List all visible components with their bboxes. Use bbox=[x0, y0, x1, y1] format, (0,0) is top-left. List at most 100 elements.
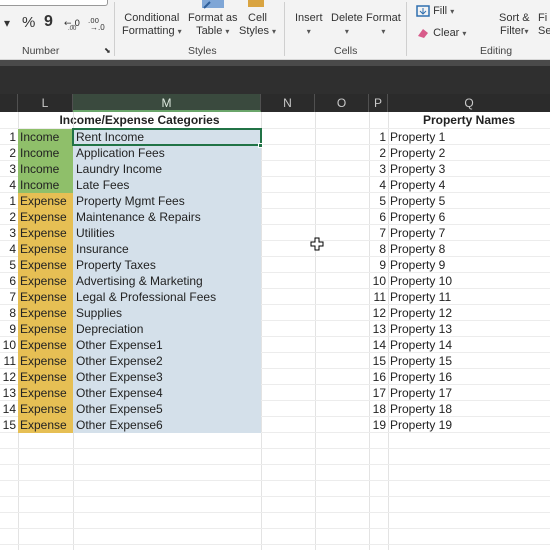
property-number-cell[interactable]: 7 bbox=[369, 225, 388, 241]
property-name-cell[interactable]: Property 4 bbox=[388, 177, 550, 193]
decrease-decimal-icon[interactable]: .00 →.0 bbox=[88, 14, 108, 30]
category-number-cell[interactable]: 9 bbox=[0, 321, 18, 337]
property-name-cell[interactable]: Property 12 bbox=[388, 305, 550, 321]
category-number-cell[interactable]: 7 bbox=[0, 289, 18, 305]
worksheet-grid[interactable]: Income/Expense Categories Property Names… bbox=[0, 112, 550, 550]
category-name-cell[interactable]: Other Expense5 bbox=[73, 401, 261, 417]
property-number-cell[interactable]: 8 bbox=[369, 241, 388, 257]
property-number-cell[interactable]: 15 bbox=[369, 353, 388, 369]
expense-type-cell[interactable]: Expense bbox=[18, 193, 73, 209]
category-name-cell[interactable]: Other Expense6 bbox=[73, 417, 261, 433]
format-button[interactable]: Format ▾ bbox=[366, 12, 401, 38]
property-number-cell[interactable]: 10 bbox=[369, 273, 388, 289]
category-number-cell[interactable]: 5 bbox=[0, 257, 18, 273]
category-number-cell[interactable]: 1 bbox=[0, 193, 18, 209]
format-as-table-button[interactable]: Format as Table ▾ bbox=[188, 12, 238, 38]
category-name-cell[interactable]: Property Taxes bbox=[73, 257, 261, 273]
insert-button[interactable]: Insert ▾ bbox=[295, 12, 323, 38]
property-name-cell[interactable]: Property 7 bbox=[388, 225, 550, 241]
expense-type-cell[interactable]: Expense bbox=[18, 321, 73, 337]
category-name-cell[interactable]: Maintenance & Repairs bbox=[73, 209, 261, 225]
property-number-cell[interactable]: 5 bbox=[369, 193, 388, 209]
number-dialog-launcher-icon[interactable]: ⬊ bbox=[104, 46, 111, 55]
property-name-cell[interactable]: Property 13 bbox=[388, 321, 550, 337]
category-number-cell[interactable]: 4 bbox=[0, 241, 18, 257]
category-name-cell[interactable]: Other Expense3 bbox=[73, 369, 261, 385]
expense-type-cell[interactable]: Expense bbox=[18, 385, 73, 401]
category-name-cell[interactable]: Advertising & Marketing bbox=[73, 273, 261, 289]
property-name-cell[interactable]: Property 1 bbox=[388, 129, 550, 145]
category-name-cell[interactable]: Application Fees bbox=[73, 145, 261, 161]
property-number-cell[interactable]: 9 bbox=[369, 257, 388, 273]
category-name-cell[interactable]: Laundry Income bbox=[73, 161, 261, 177]
category-number-cell[interactable]: 11 bbox=[0, 353, 18, 369]
number-format-dropdown[interactable] bbox=[0, 0, 108, 6]
column-header-l[interactable]: L bbox=[18, 94, 73, 112]
property-name-cell[interactable]: Property 6 bbox=[388, 209, 550, 225]
property-name-cell[interactable]: Property 11 bbox=[388, 289, 550, 305]
expense-type-cell[interactable]: Expense bbox=[18, 257, 73, 273]
formula-bar[interactable] bbox=[0, 66, 550, 94]
category-name-cell[interactable]: Other Expense2 bbox=[73, 353, 261, 369]
category-name-cell[interactable]: Other Expense1 bbox=[73, 337, 261, 353]
property-name-cell[interactable]: Property 16 bbox=[388, 369, 550, 385]
category-number-cell[interactable]: 2 bbox=[0, 209, 18, 225]
property-number-cell[interactable]: 14 bbox=[369, 337, 388, 353]
sort-filter-button[interactable]: Sort & Filter▾ bbox=[499, 12, 530, 38]
find-select-button[interactable]: Fi Se bbox=[538, 12, 550, 38]
expense-type-cell[interactable]: Expense bbox=[18, 369, 73, 385]
property-number-cell[interactable]: 2 bbox=[369, 145, 388, 161]
clear-button[interactable]: Clear ▾ bbox=[416, 27, 466, 39]
income-type-cell[interactable]: Income bbox=[18, 145, 73, 161]
expense-type-cell[interactable]: Expense bbox=[18, 225, 73, 241]
income-type-cell[interactable]: Income bbox=[18, 177, 73, 193]
property-number-cell[interactable]: 3 bbox=[369, 161, 388, 177]
expense-type-cell[interactable]: Expense bbox=[18, 401, 73, 417]
property-name-cell[interactable]: Property 8 bbox=[388, 241, 550, 257]
expense-type-cell[interactable]: Expense bbox=[18, 353, 73, 369]
category-name-cell[interactable]: Depreciation bbox=[73, 321, 261, 337]
property-name-cell[interactable]: Property 2 bbox=[388, 145, 550, 161]
category-number-cell[interactable]: 14 bbox=[0, 401, 18, 417]
category-number-cell[interactable]: 4 bbox=[0, 177, 18, 193]
property-name-cell[interactable]: Property 9 bbox=[388, 257, 550, 273]
property-name-cell[interactable]: Property 5 bbox=[388, 193, 550, 209]
property-number-cell[interactable]: 12 bbox=[369, 305, 388, 321]
category-number-cell[interactable]: 15 bbox=[0, 417, 18, 433]
property-number-cell[interactable]: 19 bbox=[369, 417, 388, 433]
property-name-cell[interactable]: Property 3 bbox=[388, 161, 550, 177]
increase-decimal-icon[interactable]: ←.0.00 bbox=[64, 14, 84, 30]
category-number-cell[interactable]: 10 bbox=[0, 337, 18, 353]
property-number-cell[interactable]: 1 bbox=[369, 129, 388, 145]
expense-type-cell[interactable]: Expense bbox=[18, 305, 73, 321]
property-number-cell[interactable]: 17 bbox=[369, 385, 388, 401]
property-number-cell[interactable]: 4 bbox=[369, 177, 388, 193]
income-type-cell[interactable]: Income bbox=[18, 129, 73, 145]
conditional-formatting-button[interactable]: Conditional Formatting ▾ bbox=[122, 12, 182, 38]
select-all-corner[interactable] bbox=[0, 94, 18, 112]
column-header-p[interactable]: P bbox=[369, 94, 388, 112]
property-number-cell[interactable]: 16 bbox=[369, 369, 388, 385]
property-name-cell[interactable]: Property 17 bbox=[388, 385, 550, 401]
property-number-cell[interactable]: 11 bbox=[369, 289, 388, 305]
property-name-cell[interactable]: Property 18 bbox=[388, 401, 550, 417]
property-name-cell[interactable]: Property 10 bbox=[388, 273, 550, 289]
expense-type-cell[interactable]: Expense bbox=[18, 209, 73, 225]
category-name-cell[interactable]: Supplies bbox=[73, 305, 261, 321]
category-name-cell[interactable]: Property Mgmt Fees bbox=[73, 193, 261, 209]
cell-styles-button[interactable]: Cell Styles ▾ bbox=[239, 12, 276, 38]
column-header-m[interactable]: M bbox=[73, 94, 261, 112]
expense-type-cell[interactable]: Expense bbox=[18, 289, 73, 305]
property-number-cell[interactable]: 13 bbox=[369, 321, 388, 337]
property-names-header[interactable]: Property Names bbox=[388, 112, 550, 128]
category-number-cell[interactable]: 3 bbox=[0, 225, 18, 241]
fill-button[interactable]: Fill ▾ bbox=[416, 5, 454, 17]
category-number-cell[interactable]: 12 bbox=[0, 369, 18, 385]
category-number-cell[interactable]: 13 bbox=[0, 385, 18, 401]
delete-button[interactable]: Delete ▾ bbox=[331, 12, 363, 38]
category-number-cell[interactable]: 1 bbox=[0, 129, 18, 145]
category-name-cell[interactable]: Other Expense4 bbox=[73, 385, 261, 401]
property-number-cell[interactable]: 18 bbox=[369, 401, 388, 417]
comma-style-button[interactable]: 9 bbox=[44, 13, 53, 31]
expense-type-cell[interactable]: Expense bbox=[18, 417, 73, 433]
